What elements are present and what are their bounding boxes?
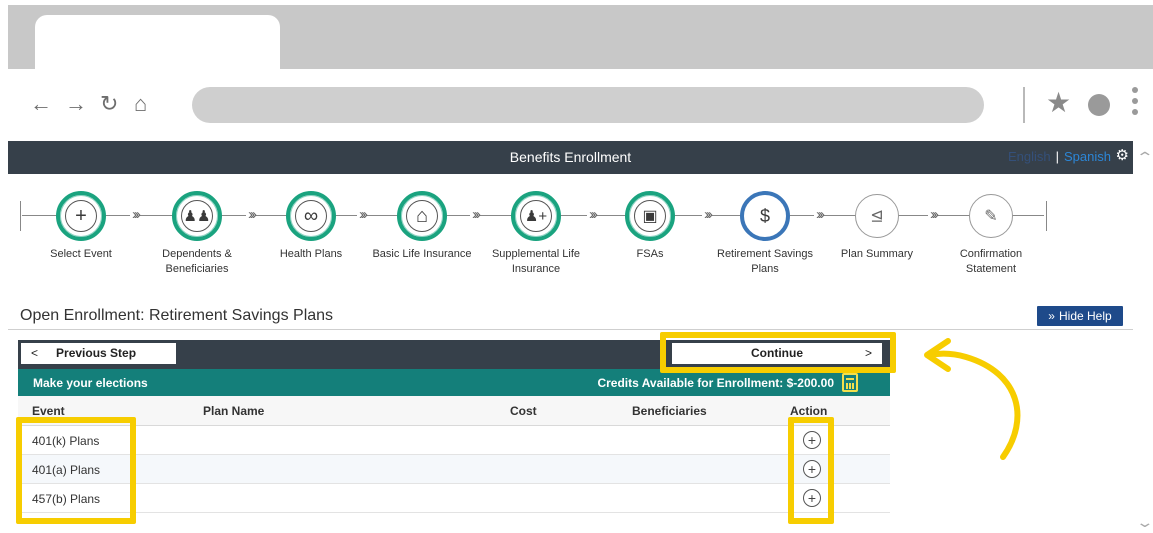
wallet-icon: ▣ [634, 200, 666, 232]
step-health-plans[interactable]: ∞ [286, 191, 336, 241]
profile-avatar[interactable] [1088, 94, 1110, 116]
stepper-end-line [1046, 201, 1047, 231]
bookmark-star-icon[interactable]: ★ [1046, 87, 1071, 119]
step-retirement-savings[interactable]: $ [740, 191, 790, 241]
document-sign-icon: ✎ [984, 208, 998, 225]
step-chevron-icon: ››› [130, 206, 141, 223]
step-label: Retirement Savings Plans [717, 248, 813, 275]
step-plan-summary: ⊴ [855, 194, 899, 238]
step-label: FSAs [636, 248, 664, 260]
scroll-up-icon[interactable]: ⌃ [1136, 149, 1153, 166]
step-chevron-icon: ››› [357, 206, 368, 223]
browser-window: ← → ↻ ⌂ ★ Benefits Enrollment English | Sp… [8, 5, 1153, 533]
chevron-left-icon: < [31, 346, 39, 360]
app-title: Benefits Enrollment [509, 149, 632, 165]
step-chevron-icon: ››› [814, 206, 825, 223]
menu-kebab-icon[interactable] [1132, 87, 1138, 120]
stepper-start-line [20, 201, 21, 231]
previous-step-label: Previous Step [56, 346, 137, 360]
step-label: Health Plans [279, 248, 343, 260]
step-chevron-icon: ››› [928, 206, 939, 223]
back-arrow-icon[interactable]: ← [30, 91, 52, 117]
enrollment-stepper: ››› ››› ››› ››› ››› ››› ››› ››› + Select… [8, 179, 1133, 279]
column-header: Action [790, 404, 828, 418]
step-basic-life[interactable]: ⌂ [397, 191, 447, 241]
page-content: Benefits Enrollment English | Spanish ⚙ ⌃ … [8, 139, 1153, 533]
money-bag-icon: $ [759, 205, 770, 226]
browser-tab[interactable] [35, 15, 280, 71]
page-title: Open Enrollment: Retirement Savings Plan… [20, 307, 334, 324]
stethoscope-icon: ∞ [295, 200, 327, 232]
reload-icon[interactable]: ↻ [100, 91, 118, 117]
scroll-down-icon[interactable]: ⌄ [1136, 514, 1153, 531]
step-label: Select Event [50, 248, 112, 260]
step-chevron-icon: ››› [470, 206, 481, 223]
lang-spanish-link[interactable]: Spanish [1064, 149, 1111, 164]
step-label: Basic Life Insurance [372, 248, 472, 260]
column-header: Plan Name [203, 404, 265, 418]
highlight-box-continue [660, 332, 896, 373]
highlight-box-events [16, 417, 136, 524]
table-header: Event Plan Name Cost Beneficiaries Actio… [18, 396, 890, 426]
step-dependents[interactable]: ♟♟ [172, 191, 222, 241]
step-label: Dependents & Beneficiaries [162, 248, 232, 275]
column-header: Event [32, 404, 65, 418]
step-select-event[interactable]: + [56, 191, 106, 241]
credits-available: Credits Available for Enrollment: $-200.… [597, 376, 834, 390]
address-bar[interactable] [192, 87, 984, 123]
step-fsas[interactable]: ▣ [625, 191, 675, 241]
house-people-icon: ⌂ [406, 200, 438, 232]
home-icon[interactable]: ⌂ [134, 91, 147, 117]
table-row: 401(k) Plans + [18, 426, 890, 455]
people-icon: ♟♟ [181, 200, 213, 232]
step-confirmation: ✎ [969, 194, 1013, 238]
column-header: Cost [510, 404, 537, 418]
curved-arrow-icon [924, 338, 1021, 460]
toolbar-divider [1023, 87, 1025, 123]
step-chevron-icon: ››› [246, 206, 257, 223]
chart-plus-icon: ⊴ [870, 208, 884, 225]
forward-arrow-icon[interactable]: → [65, 91, 87, 117]
gear-icon[interactable]: ⚙ [1116, 146, 1129, 164]
step-label: Plan Summary [840, 248, 914, 260]
lang-english-link[interactable]: English [1008, 149, 1051, 164]
step-label: Confirmation Statement [959, 248, 1023, 275]
table-row: 457(b) Plans + [18, 484, 890, 513]
language-switch: English | Spanish [1008, 149, 1111, 164]
step-supplemental-life[interactable]: ♟+ [511, 191, 561, 241]
previous-step-button[interactable]: < Previous Step [21, 343, 176, 364]
browser-toolbar: ← → ↻ ⌂ ★ [8, 69, 1153, 139]
step-label: Supplemental Life Insurance [491, 248, 581, 275]
hide-help-button[interactable]: » Hide Help [1036, 305, 1124, 327]
highlight-box-actions [788, 417, 834, 524]
section-divider [8, 329, 1133, 330]
app-header: Benefits Enrollment English | Spanish ⚙ [8, 141, 1133, 174]
step-chevron-icon: ››› [702, 206, 713, 223]
elections-heading: Make your elections [33, 376, 148, 390]
double-chevron-icon: » [1048, 309, 1055, 323]
hide-help-label: Hide Help [1058, 309, 1112, 323]
plus-circle-icon: + [65, 200, 97, 232]
table-row: 401(a) Plans + [18, 455, 890, 484]
elections-bar: Make your elections Credits Available fo… [18, 369, 890, 396]
lang-separator: | [1055, 149, 1060, 164]
step-chevron-icon: ››› [587, 206, 598, 223]
calculator-icon[interactable] [842, 373, 858, 392]
column-header: Beneficiaries [632, 404, 707, 418]
person-plus-icon: ♟+ [520, 200, 552, 232]
